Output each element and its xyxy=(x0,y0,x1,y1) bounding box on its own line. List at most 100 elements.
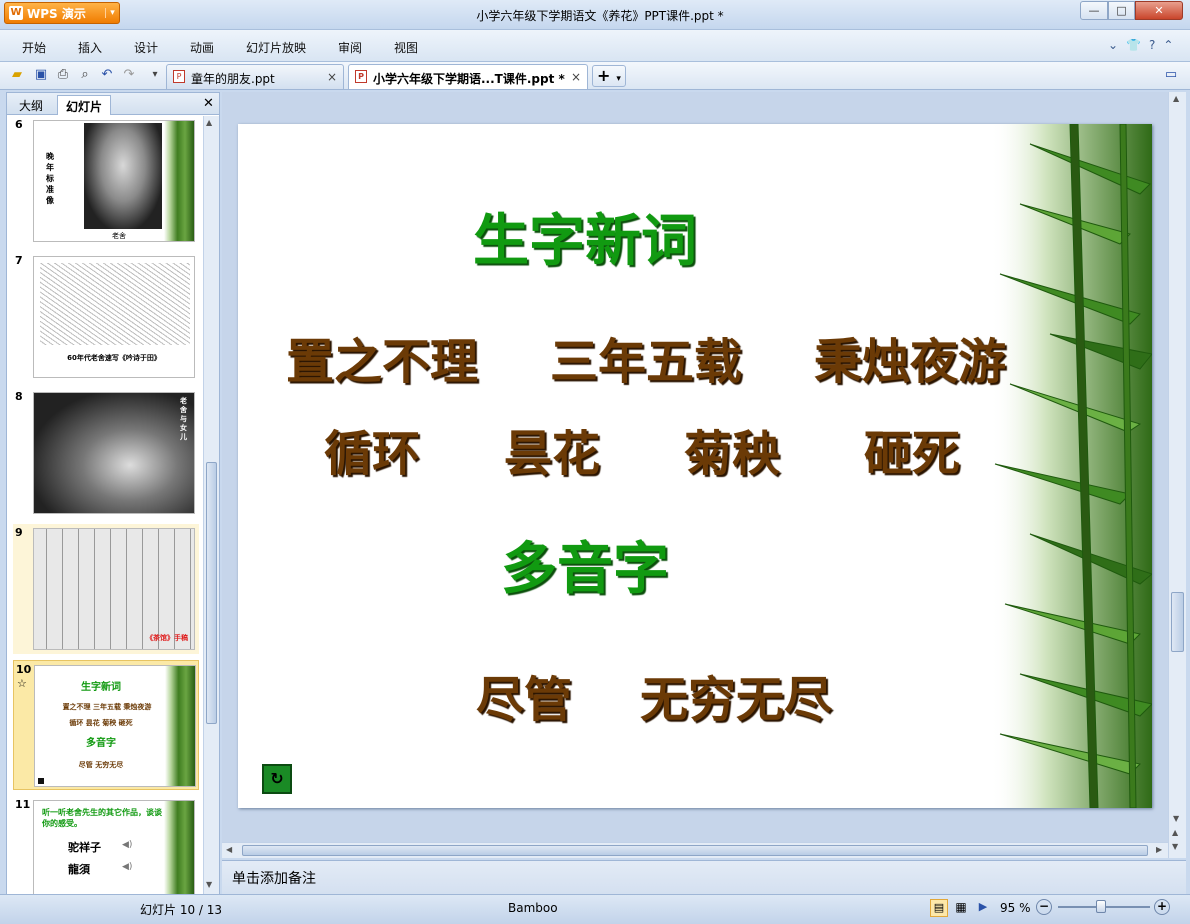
sorter-view-icon[interactable]: ▦ xyxy=(952,899,970,917)
slide-thumbnail-11[interactable]: 11 听一听老舍先生的其它作品，谈谈你的感受。 驼祥子 ◀) 龍須 ◀) xyxy=(13,796,199,894)
speaker-icon: ◀) xyxy=(122,840,133,850)
current-slide[interactable]: 生字新词 置之不理 三年五载 秉烛夜游 循环 昙花 菊秧 砸死 多音字 尽管 无… xyxy=(238,124,1152,808)
thumbnail-image: 老舍与女儿 xyxy=(33,392,195,514)
minimize-button[interactable]: — xyxy=(1080,1,1108,20)
scroll-down-icon[interactable]: ▼ xyxy=(206,880,212,889)
layout-icon[interactable]: ▭ xyxy=(1162,66,1180,84)
zoom-in-button[interactable]: + xyxy=(1154,899,1170,915)
thumb-line: 尽管 无穷无尽 xyxy=(78,761,124,769)
window-title: 小学六年级下学期语文《养花》PPT课件.ppt * xyxy=(476,9,724,23)
horizontal-scrollbar[interactable]: ◀ ▶ xyxy=(222,842,1168,858)
word-item: 菊秧 xyxy=(683,426,780,482)
scroll-thumb[interactable] xyxy=(242,845,1148,856)
chevron-down-icon: ▾ xyxy=(105,8,119,18)
thumb-title: 多音字 xyxy=(86,738,116,749)
word-row-2: 循环 昙花 菊秧 砸死 xyxy=(324,414,960,484)
status-bar: 幻灯片 10 / 13 Bamboo ▤ ▦ ▶ 95 % − + xyxy=(0,894,1190,924)
thumb-item: 驼祥子 xyxy=(68,841,101,854)
menu-animation[interactable]: 动画 xyxy=(190,39,214,56)
menu-slideshow[interactable]: 幻灯片放映 xyxy=(246,39,306,56)
speaker-icon: ◀) xyxy=(122,862,133,872)
title-bar: W WPS 演示 ▾ 小学六年级下学期语文《养花》PPT课件.ppt * — □… xyxy=(0,0,1190,30)
save-icon[interactable]: ▣ xyxy=(32,66,50,84)
wps-app-menu-button[interactable]: W WPS 演示 ▾ xyxy=(4,2,120,24)
menu-view[interactable]: 视图 xyxy=(394,39,418,56)
scroll-up-icon[interactable]: ▲ xyxy=(1173,94,1179,103)
thumb-title: 生字新词 xyxy=(81,682,121,693)
thumb-line: 置之不理 三年五载 秉烛夜游 xyxy=(62,703,152,711)
print-preview-icon[interactable]: ⌕ xyxy=(76,66,94,84)
redo-icon[interactable]: ↷ xyxy=(120,66,138,84)
vertical-scrollbar[interactable]: ▲ ▼ ▲ ▼ xyxy=(1168,92,1186,858)
slide-number: 9 xyxy=(15,526,23,539)
tab-outline[interactable]: 大纲 xyxy=(11,95,51,115)
thumb-caption: 老舍与女儿 xyxy=(180,397,187,441)
menu-home[interactable]: 开始 xyxy=(22,39,46,56)
thumb-line: 循环 昙花 菊秧 砸死 xyxy=(69,719,133,727)
quick-toolbar: ▰ ▣ ⎙ ⌕ ↶ ↷ ▾ P 童年的朋友.ppt × P 小学六年级下学期语.… xyxy=(0,62,1190,90)
sketch-drawing xyxy=(40,263,190,345)
help-icon[interactable]: ? xyxy=(1149,38,1155,52)
doc-tab-1[interactable]: P 童年的朋友.ppt × xyxy=(166,64,344,89)
notes-pane[interactable]: 单击添加备注 xyxy=(222,860,1186,894)
return-action-button[interactable]: ↻ xyxy=(262,764,292,794)
slide-thumbnail-10[interactable]: 10 ☆ 生字新词 置之不理 三年五载 秉烛夜游 循环 昙花 菊秧 砸死 多音字… xyxy=(13,660,199,790)
panel-scrollbar[interactable]: ▲ ▼ xyxy=(203,116,219,894)
scroll-right-icon[interactable]: ▶ xyxy=(1156,845,1162,854)
open-folder-icon[interactable]: ▰ xyxy=(8,66,26,84)
normal-view-icon[interactable]: ▤ xyxy=(930,899,948,917)
scroll-down-icon[interactable]: ▼ xyxy=(1173,814,1179,823)
menu-design[interactable]: 设计 xyxy=(134,39,158,56)
word-item: 三年五载 xyxy=(549,334,742,390)
zoom-slider-handle[interactable] xyxy=(1096,900,1106,913)
undo-icon[interactable]: ↶ xyxy=(98,66,116,84)
slide-thumbnail-6[interactable]: 6 晚年标准像 老舍 xyxy=(13,116,199,246)
slide-editor: 生字新词 置之不理 三年五载 秉烛夜游 循环 昙花 菊秧 砸死 多音字 尽管 无… xyxy=(222,92,1168,858)
slide-thumbnail-9[interactable]: 9 《茶馆》手稿 xyxy=(13,524,199,654)
panel-tabs: 大纲 幻灯片 ✕ xyxy=(7,93,219,115)
slide-number: 10 xyxy=(16,663,32,676)
slide-thumbnail-7[interactable]: 7 60年代老舍速写《吟诗于田》 xyxy=(13,252,199,382)
portrait-photo xyxy=(84,123,162,229)
word-item: 循环 xyxy=(324,426,421,482)
tab-slides[interactable]: 幻灯片 xyxy=(57,95,112,115)
word-item: 秉烛夜游 xyxy=(813,334,1006,390)
skin-icon[interactable]: 👕 xyxy=(1126,38,1141,52)
prev-slide-icon[interactable]: ▲ xyxy=(1172,828,1178,837)
scroll-thumb[interactable] xyxy=(206,462,217,724)
word-item: 昙花 xyxy=(503,426,600,482)
maximize-button[interactable]: □ xyxy=(1108,1,1135,20)
menu-bar: 开始 插入 设计 动画 幻灯片放映 审阅 视图 ⌄ 👕 ? ⌃ xyxy=(0,30,1190,62)
menu-review[interactable]: 审阅 xyxy=(338,39,362,56)
word-item: 无穷无尽 xyxy=(639,672,832,728)
customize-dropdown-icon[interactable]: ▾ xyxy=(146,66,164,84)
print-icon[interactable]: ⎙ xyxy=(54,66,72,84)
doc-tab-2[interactable]: P 小学六年级下学期语...T课件.ppt * × xyxy=(348,64,588,89)
theme-name: Bamboo xyxy=(508,901,558,915)
slideshow-view-icon[interactable]: ▶ xyxy=(974,899,992,917)
scroll-left-icon[interactable]: ◀ xyxy=(226,845,232,854)
ppt-file-icon: P xyxy=(173,70,185,83)
expand-icon[interactable]: ⌃ xyxy=(1163,38,1173,52)
menu-insert[interactable]: 插入 xyxy=(78,39,102,56)
chevron-down-icon[interactable]: ⌄ xyxy=(1108,38,1118,52)
slides-panel: 大纲 幻灯片 ✕ 6 晚年标准像 老舍 7 60年代老舍速写《吟诗于田》 8 老… xyxy=(6,92,220,894)
close-window-button[interactable]: ✕ xyxy=(1135,1,1183,20)
thumb-caption: 《茶馆》手稿 xyxy=(146,634,188,642)
scroll-up-icon[interactable]: ▲ xyxy=(206,118,212,127)
ppt-file-icon: P xyxy=(355,70,367,83)
return-button-mini xyxy=(38,778,44,784)
scroll-thumb[interactable] xyxy=(1171,592,1184,652)
slide-thumbnail-8[interactable]: 8 老舍与女儿 xyxy=(13,388,199,518)
next-slide-icon[interactable]: ▼ xyxy=(1172,842,1178,851)
zoom-out-button[interactable]: − xyxy=(1036,899,1052,915)
thumb-caption: 听一听老舍先生的其它作品，谈谈你的感受。 xyxy=(42,808,162,828)
new-tab-button[interactable]: + ▾ xyxy=(592,65,626,87)
word-item: 尽管 xyxy=(476,672,573,728)
close-tab-icon[interactable]: × xyxy=(571,70,581,89)
close-panel-icon[interactable]: ✕ xyxy=(203,96,214,111)
heading-new-words: 生字新词 xyxy=(473,208,697,274)
zoom-level: 95 % xyxy=(1000,901,1031,915)
menu-right-icons: ⌄ 👕 ? ⌃ xyxy=(1108,38,1173,52)
close-tab-icon[interactable]: × xyxy=(327,70,337,89)
